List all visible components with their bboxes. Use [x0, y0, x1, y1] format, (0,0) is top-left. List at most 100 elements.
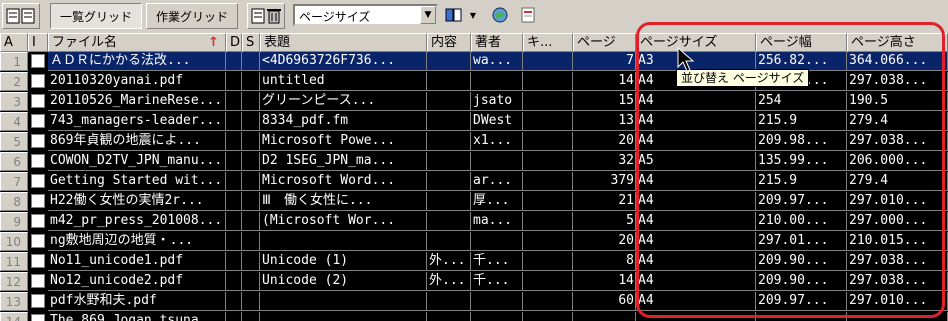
cell-pagesize[interactable]: A4: [636, 272, 756, 291]
work-grid-button[interactable]: 作業グリッド: [146, 3, 238, 29]
cell-author[interactable]: ma...: [471, 212, 523, 231]
cell-page[interactable]: 15: [573, 92, 636, 111]
cell-author[interactable]: wa...: [471, 52, 523, 71]
cell-page[interactable]: 20: [573, 132, 636, 151]
globe-icon[interactable]: [488, 4, 512, 26]
cell-width[interactable]: 209.90...: [756, 252, 847, 271]
cell-width[interactable]: 297.01...: [756, 232, 847, 251]
col-header-title[interactable]: 表題: [260, 33, 427, 52]
row-checkbox[interactable]: [31, 134, 45, 148]
cell-content[interactable]: [427, 232, 471, 251]
cell-title[interactable]: グリーンピース...: [260, 92, 427, 111]
cell-height[interactable]: 297.010...: [847, 192, 948, 211]
book-icon[interactable]: [443, 5, 465, 25]
cell-content[interactable]: [427, 112, 471, 131]
cell-content[interactable]: 外...: [427, 272, 471, 291]
cell-pagesize[interactable]: A4: [636, 112, 756, 131]
cell-keyword[interactable]: [523, 232, 573, 251]
cell-pagesize[interactable]: A4: [636, 172, 756, 191]
page-size-select[interactable]: ページサイズ ▼: [293, 4, 438, 26]
cell-s[interactable]: [242, 252, 260, 271]
cell-page[interactable]: 14: [573, 72, 636, 91]
cell-d[interactable]: [226, 92, 242, 111]
cell-width[interactable]: 209.98...: [756, 132, 847, 151]
cell-width[interactable]: 209.90...: [756, 272, 847, 291]
row-checkbox[interactable]: [31, 234, 45, 248]
cell-s[interactable]: [242, 132, 260, 151]
cell-content[interactable]: [427, 312, 471, 321]
cell-height[interactable]: 297.038...: [847, 72, 948, 91]
row-checkbox[interactable]: [31, 94, 45, 108]
cell-pagesize[interactable]: [636, 312, 756, 321]
cell-s[interactable]: [242, 172, 260, 191]
cell-width[interactable]: 215.9: [756, 172, 847, 191]
cell-title[interactable]: D2 1SEG_JPN_ma...: [260, 152, 427, 171]
col-header-d[interactable]: D: [226, 33, 242, 52]
cell-title[interactable]: Ⅲ 働く女性に...: [260, 192, 427, 211]
cell-file[interactable]: m42_pr_press_201008...: [48, 212, 226, 231]
cell-content[interactable]: [427, 292, 471, 311]
cell-file[interactable]: ＡＤＲにかかる法改...: [48, 52, 226, 71]
cell-file[interactable]: COWON_D2TV_JPN_manu...: [48, 152, 226, 171]
cell-page[interactable]: 20: [573, 232, 636, 251]
cell-keyword[interactable]: [523, 172, 573, 191]
cell-content[interactable]: [427, 132, 471, 151]
cell-pagesize[interactable]: A4: [636, 212, 756, 231]
cell-d[interactable]: [226, 212, 242, 231]
cell-author[interactable]: x1...: [471, 132, 523, 151]
cell-content[interactable]: [427, 72, 471, 91]
cell-height[interactable]: 297.038...: [847, 272, 948, 291]
cell-title[interactable]: Unicode (2): [260, 272, 427, 291]
cell-s[interactable]: [242, 92, 260, 111]
cell-d[interactable]: [226, 52, 242, 71]
cell-s[interactable]: [242, 312, 260, 321]
cell-d[interactable]: [226, 112, 242, 131]
row-checkbox[interactable]: [31, 254, 45, 268]
cell-keyword[interactable]: [523, 72, 573, 91]
col-header-height[interactable]: ページ高さ: [847, 33, 948, 52]
cell-width[interactable]: 215.9: [756, 112, 847, 131]
cell-author[interactable]: 千...: [471, 272, 523, 291]
cell-title[interactable]: Microsoft Powe...: [260, 132, 427, 151]
col-header-file[interactable]: ファイル名 ↑: [48, 33, 226, 52]
cell-author[interactable]: DWest: [471, 112, 523, 131]
row-checkbox[interactable]: [31, 274, 45, 288]
cell-width[interactable]: 135.99...: [756, 152, 847, 171]
cell-keyword[interactable]: [523, 212, 573, 231]
col-header-keyword[interactable]: キ...: [523, 33, 573, 52]
cell-content[interactable]: [427, 152, 471, 171]
cell-page[interactable]: 21: [573, 192, 636, 211]
grid-delete-button[interactable]: [247, 3, 285, 29]
cell-file[interactable]: No11_unicode1.pdf: [48, 252, 226, 271]
cell-file[interactable]: ng敷地周辺の地質・...: [48, 232, 226, 251]
cell-pagesize[interactable]: A4: [636, 192, 756, 211]
cell-keyword[interactable]: [523, 272, 573, 291]
cell-s[interactable]: [242, 72, 260, 91]
col-header-author[interactable]: 著者: [471, 33, 523, 52]
cell-height[interactable]: 279.4: [847, 172, 948, 191]
cell-s[interactable]: [242, 272, 260, 291]
cell-content[interactable]: 外...: [427, 252, 471, 271]
cell-d[interactable]: [226, 132, 242, 151]
cell-pagesize[interactable]: A4: [636, 292, 756, 311]
cell-file[interactable]: The 869 Jogan tsuna...: [48, 312, 226, 321]
col-header-s[interactable]: S: [242, 33, 260, 52]
cell-keyword[interactable]: [523, 112, 573, 131]
chevron-down-icon[interactable]: ▼: [420, 6, 436, 24]
cell-file[interactable]: H22働く女性の実情2r...: [48, 192, 226, 211]
cell-d[interactable]: [226, 152, 242, 171]
cell-height[interactable]: 190.5: [847, 92, 948, 111]
col-header-pagesize[interactable]: ページサイズ: [636, 33, 756, 52]
cell-page[interactable]: 14: [573, 272, 636, 291]
cell-height[interactable]: 279.4: [847, 112, 948, 131]
cell-title[interactable]: 8334_pdf.fm: [260, 112, 427, 131]
cell-title[interactable]: (Microsoft Wor...: [260, 212, 427, 231]
panel-layout-button[interactable]: [2, 3, 40, 29]
cell-page[interactable]: 60: [573, 292, 636, 311]
cell-keyword[interactable]: [523, 132, 573, 151]
cell-file[interactable]: 869年貞観の地震によ...: [48, 132, 226, 151]
cell-s[interactable]: [242, 112, 260, 131]
row-checkbox[interactable]: [31, 194, 45, 208]
cell-author[interactable]: ar...: [471, 172, 523, 191]
cell-d[interactable]: [226, 272, 242, 291]
